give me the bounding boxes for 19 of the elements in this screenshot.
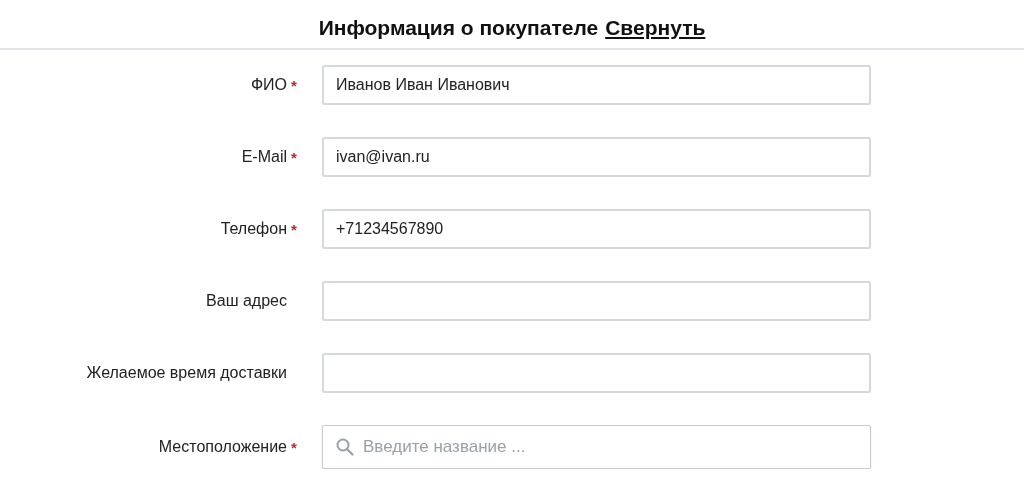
field-label: Телефон: [220, 220, 287, 238]
search-icon: [336, 438, 354, 456]
input-field[interactable]: +71234567890: [322, 209, 871, 249]
field-label: Желаемое время доставки: [86, 364, 287, 382]
field-label: ФИО: [250, 76, 287, 94]
input-field[interactable]: [322, 353, 871, 393]
field-label: Ваш адрес: [206, 292, 287, 310]
input-field[interactable]: Иванов Иван Иванович: [322, 65, 871, 105]
section-title: Информация о покупателе: [318, 16, 599, 40]
required-mark: *: [291, 76, 298, 94]
required-mark: *: [291, 438, 298, 456]
field-label: E-Mail: [241, 148, 287, 166]
required-mark: *: [291, 148, 298, 166]
field-label: Местоположение: [158, 438, 287, 456]
input-field[interactable]: ivan@ivan.ru: [322, 137, 871, 177]
input-field[interactable]: [322, 281, 871, 321]
required-mark: *: [291, 220, 298, 238]
collapse-link[interactable]: Свернуть: [605, 16, 706, 40]
location-search-field[interactable]: Введите название ...: [322, 425, 871, 469]
